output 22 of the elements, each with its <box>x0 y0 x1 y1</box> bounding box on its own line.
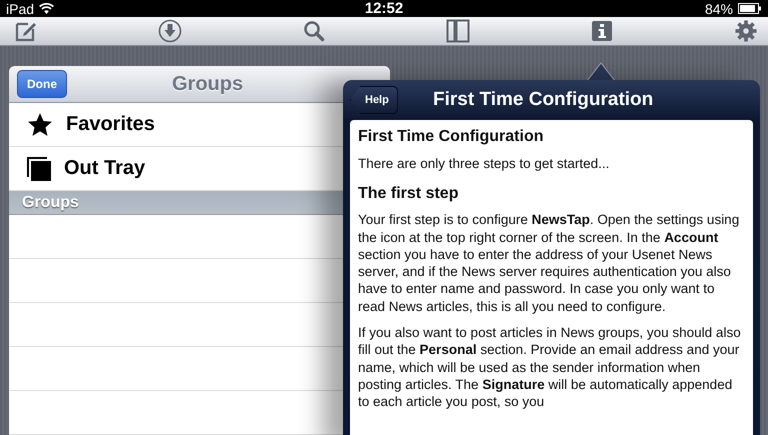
stacked-squares-icon <box>27 156 51 180</box>
section-title: Groups <box>22 194 79 212</box>
clock-time: 12:52 <box>364 0 404 17</box>
search-icon[interactable] <box>302 19 326 43</box>
info-icon[interactable] <box>590 19 614 43</box>
star-icon <box>27 112 53 138</box>
help-back-button[interactable]: Help <box>350 86 398 114</box>
help-paragraph: If you also want to post articles in News groups, you should also fill out the Personal section. Provide an email address and your name, which will be used as the sender information when posting articles. The Signature will be automatically appended to each article you post, so you <box>358 324 742 411</box>
row-label: Out Tray <box>64 157 146 180</box>
row-label: Favorites <box>66 113 155 136</box>
battery-icon <box>738 3 762 14</box>
wifi-icon <box>39 3 54 14</box>
popover-title: First Time Configuration <box>433 89 654 111</box>
columns-icon[interactable] <box>446 19 470 43</box>
battery-percentage: 84% <box>704 0 733 16</box>
settings-icon[interactable] <box>734 19 758 43</box>
download-icon[interactable] <box>158 19 182 43</box>
done-button[interactable]: Done <box>17 70 67 98</box>
popover-pointer <box>587 62 615 81</box>
help-paragraph: Your first step is to configure NewsTap. Open the settings using the icon at the top right corner of the screen. In the Account section you have to enter the address of your Usenet News server, and if the News server requires authentication you also have to enter name and password. In case you only want to read News articles, this is all you need to configure. <box>358 211 740 316</box>
device-name: iPad <box>6 0 34 16</box>
panel-title: Groups <box>172 72 244 96</box>
